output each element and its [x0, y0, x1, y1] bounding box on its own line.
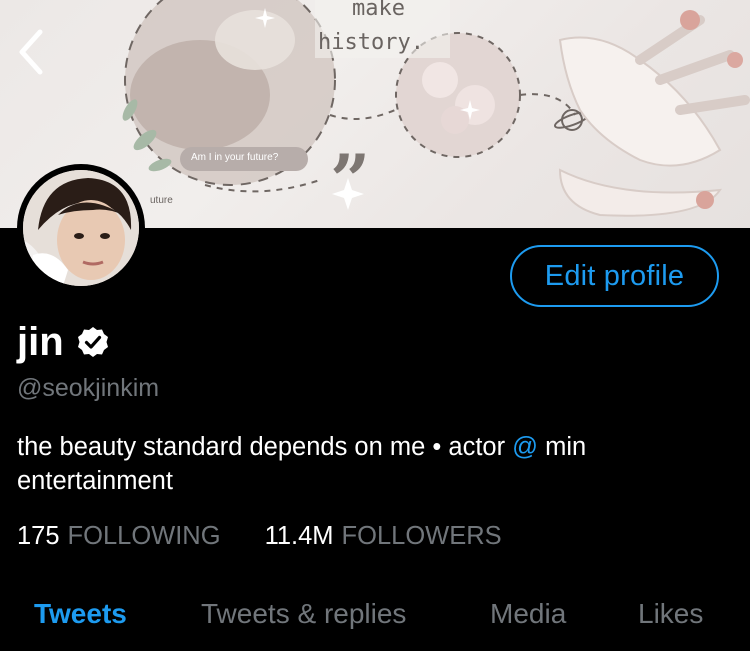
bio-text-part1: the beauty standard depends on me • acto…: [17, 433, 513, 461]
followers-stat[interactable]: 11.4M FOLLOWERS: [265, 522, 502, 551]
followers-label: FOLLOWERS: [341, 522, 502, 550]
following-label: FOLLOWING: [67, 522, 221, 550]
profile-bio: the beauty standard depends on me • acto…: [17, 430, 717, 498]
banner-text-make: make: [352, 0, 405, 21]
verified-badge-icon: [77, 327, 108, 357]
avatar[interactable]: [17, 164, 145, 292]
svg-text:“: “: [78, 0, 118, 43]
banner-caption: Am I in your future?: [191, 152, 279, 163]
back-button[interactable]: [10, 26, 54, 78]
banner-caption-fragment: uture: [150, 195, 173, 206]
profile-handle: @seokjinkim: [17, 374, 160, 402]
followers-count: 11.4M: [264, 522, 334, 550]
profile-stats: 175 FOLLOWING 11.4M FOLLOWERS: [17, 522, 502, 551]
following-count: 175: [17, 522, 60, 550]
banner-text-history: history.: [318, 30, 424, 55]
svg-text:”: ”: [330, 139, 370, 222]
tab-tweets-replies[interactable]: Tweets & replies: [201, 598, 406, 630]
tab-tweets[interactable]: Tweets: [34, 598, 127, 630]
profile-name-row: jin: [17, 318, 110, 366]
tab-media[interactable]: Media: [490, 598, 566, 630]
avatar-image: [23, 170, 139, 286]
profile-tabs: Tweets Tweets & replies Media Likes: [0, 592, 750, 642]
bio-mention-link[interactable]: @: [512, 433, 538, 461]
profile-name: jin: [17, 320, 64, 364]
following-stat[interactable]: 175 FOLLOWING: [17, 522, 221, 551]
chevron-left-icon: [19, 29, 43, 75]
edit-profile-button[interactable]: Edit profile: [510, 245, 719, 307]
tab-likes[interactable]: Likes: [638, 598, 703, 630]
